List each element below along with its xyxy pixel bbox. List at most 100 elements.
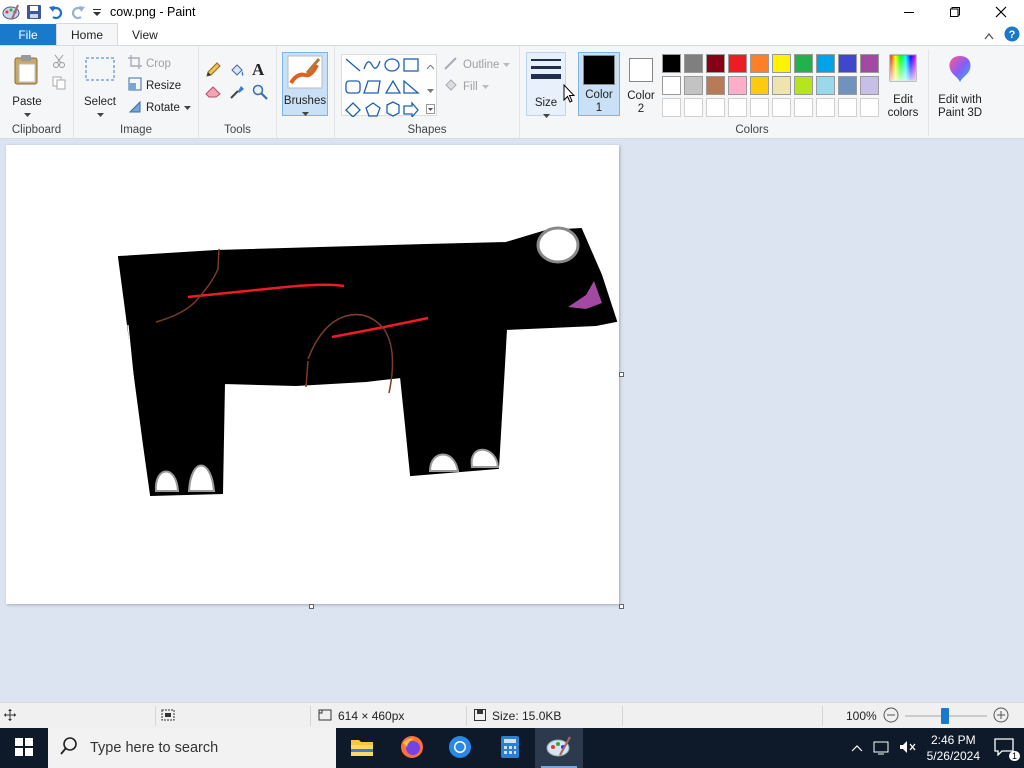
eraser-icon[interactable] [205,84,223,101]
tab-view[interactable]: View [118,24,172,46]
select-button[interactable]: Select [80,56,120,122]
edit-with-paint3d-button[interactable]: Edit with Paint 3D [934,54,986,120]
palette-swatch[interactable] [728,98,747,117]
magnifier-icon[interactable] [252,84,268,103]
tools-group: A Tools [199,46,277,138]
chevron-down-icon [503,59,511,71]
zoom-in-icon[interactable] [993,707,1009,726]
pencil-icon[interactable] [205,62,221,81]
notification-center-icon[interactable]: 1 [994,737,1020,761]
resize-handle-corner[interactable] [619,604,624,609]
start-button[interactable] [0,728,48,768]
ribbon-tabs: File Home View ? [0,23,1024,46]
outline-button[interactable]: Outline [443,55,511,74]
zoom-slider-thumb[interactable] [940,708,949,724]
paint3d-label: Edit with [938,94,982,106]
palette-swatch[interactable] [750,76,769,95]
palette-swatch[interactable] [794,76,813,95]
window-controls [886,0,1024,24]
outline-label: Outline [463,58,500,71]
redo-icon[interactable] [70,4,86,20]
cut-icon[interactable] [52,54,66,71]
palette-swatch[interactable] [772,98,791,117]
edit-colors-button[interactable]: Edit colors [884,54,922,120]
collapse-ribbon-icon[interactable] [984,29,994,43]
palette-swatch[interactable] [706,98,725,117]
palette-swatch[interactable] [838,98,857,117]
color-picker-icon[interactable] [229,84,245,103]
palette-swatch[interactable] [838,54,857,73]
dimensions-text: 614 × 460px [338,709,405,723]
zoom-out-icon[interactable] [883,707,899,726]
copy-icon[interactable] [52,76,66,93]
tab-home[interactable]: Home [56,23,119,46]
palette-swatch[interactable] [772,54,791,73]
palette-swatch[interactable] [794,54,813,73]
palette-swatch[interactable] [750,54,769,73]
firefox-taskbar-button[interactable] [388,728,436,768]
resize-button[interactable]: Resize [128,77,181,94]
palette-swatch[interactable] [860,54,879,73]
palette-swatch[interactable] [684,76,703,95]
show-hidden-icons-icon[interactable] [851,741,863,755]
palette-swatch[interactable] [662,54,681,73]
palette-swatch[interactable] [772,76,791,95]
maximize-button[interactable] [932,0,978,24]
drawing-canvas[interactable] [6,145,619,604]
palette-swatch[interactable] [662,98,681,117]
palette-swatch[interactable] [838,76,857,95]
scroll-up-icon[interactable] [426,59,435,73]
color1-button[interactable]: Color 1 [578,52,620,116]
zoom-slider[interactable] [904,708,987,724]
close-button[interactable] [978,0,1024,24]
paint-taskbar-button[interactable] [535,728,583,768]
save-icon[interactable] [26,4,42,20]
palette-swatch[interactable] [860,98,879,117]
canvas-area[interactable] [0,139,1024,702]
palette-swatch[interactable] [662,76,681,95]
chrome-taskbar-button[interactable] [436,728,484,768]
undo-icon[interactable] [48,4,64,20]
palette-swatch[interactable] [706,76,725,95]
resize-handle-bottom[interactable] [309,604,314,609]
palette-swatch[interactable] [860,76,879,95]
network-icon[interactable] [873,739,891,758]
fill-bucket-icon[interactable] [229,62,245,81]
palette-swatch[interactable] [706,54,725,73]
scroll-down-icon[interactable] [427,83,434,97]
file-explorer-taskbar-button[interactable] [338,728,386,768]
palette-swatch[interactable] [728,76,747,95]
palette-swatch[interactable] [728,54,747,73]
resize-handle-right[interactable] [619,372,624,377]
palette-swatch[interactable] [750,98,769,117]
tab-file[interactable]: File [0,24,56,46]
size-button[interactable]: Size [526,52,566,118]
search-placeholder: Type here to search [90,740,219,756]
palette-swatch[interactable] [816,98,835,117]
help-icon[interactable]: ? [1004,26,1020,45]
palette-swatch[interactable] [816,54,835,73]
paint3d-icon [946,54,974,88]
taskbar-search[interactable]: Type here to search [48,728,336,768]
palette-swatch[interactable] [794,98,813,117]
palette-swatch[interactable] [816,76,835,95]
rotate-icon [128,99,142,116]
chevron-down-icon [96,109,104,122]
paint-app-icon[interactable] [2,3,20,21]
rotate-button[interactable]: Rotate [128,99,191,116]
paste-button[interactable]: Paste [8,54,46,122]
minimize-button[interactable] [886,0,932,24]
brushes-button[interactable]: Brushes [282,52,328,116]
customize-qat-icon[interactable] [92,6,102,18]
clock[interactable]: 2:46 PM 5/26/2024 [927,732,980,764]
palette-swatch[interactable] [684,98,703,117]
volume-muted-icon[interactable] [899,739,917,758]
crop-button[interactable]: Crop [128,55,171,72]
calculator-taskbar-button[interactable] [486,728,534,768]
color2-button[interactable]: Color 2 [622,56,660,116]
palette-swatch[interactable] [684,54,703,73]
crop-label: Crop [146,57,171,70]
fill-button[interactable]: Fill [443,77,489,96]
expand-gallery-icon[interactable] [426,103,435,117]
text-tool-icon[interactable]: A [252,60,264,80]
